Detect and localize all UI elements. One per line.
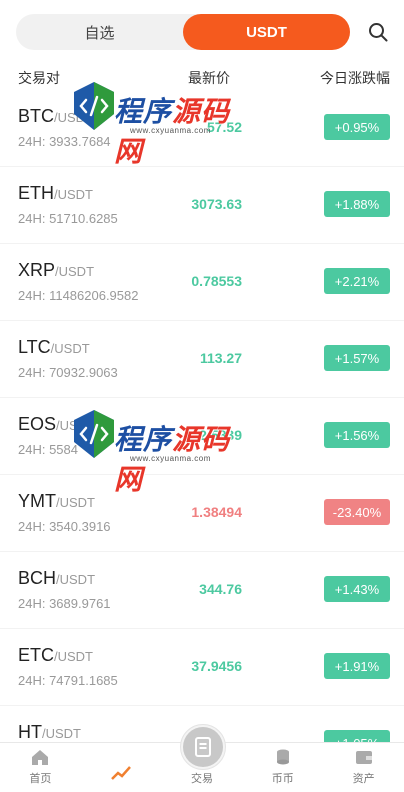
market-row-bch[interactable]: BCH/USDT 24H: 3689.9761 344.76 +1.43% [0,552,404,629]
nav-trade-label: 交易 [190,773,213,785]
trade-fab-button[interactable] [180,724,226,770]
pair-base: ETC [18,645,54,665]
pair-volume: 24H: 3540.3916 [18,519,111,534]
pair-quote: /USDT [54,187,93,202]
pair-volume: 24H: 5584 [18,442,78,457]
nav-coins[interactable]: 币币 [242,743,323,792]
market-list: BTC/USDT 24H: 3933.7684 57.52 +0.95% ETH/USD… [0,90,404,783]
pair-quote: /USDT [56,418,96,433]
nav-home-label: 首页 [29,773,52,785]
pair-volume: 24H: 3933.7684 [18,134,111,149]
header-price: 最新价 [188,70,230,86]
pair-base: EOS [18,414,57,434]
pair-quote: /USDT [54,110,93,125]
pair-base: ETH [18,183,54,203]
pair-volume: 24H: 70932.9063 [18,365,118,380]
market-segment-control: 自选 USDT [16,14,350,50]
pair-symbol: HT/USDT [18,722,81,743]
pair-symbol: XRP/USDT [18,260,94,281]
pair-symbol: BTC/USDT [18,106,93,127]
pair-symbol: BCH/USDT [18,568,95,589]
pair-price: 2.5839 [199,427,242,443]
pair-price: 1.38494 [191,504,242,520]
change-badge: +1.88% [324,191,390,217]
pair-price: 113.27 [199,350,242,366]
header-change: 今日涨跌幅 [320,70,390,86]
pair-quote: /USDT [56,495,95,510]
pair-volume: 24H: 51710.6285 [18,211,118,226]
market-row-ltc[interactable]: LTC/USDT 24H: 70932.9063 113.27 +1.57% [0,321,404,398]
chart-icon [110,763,132,783]
column-header: 交易对 最新价 今日涨跌幅 [18,68,390,88]
tab-favorites[interactable]: 自选 [16,14,183,50]
trade-icon [183,727,223,767]
pair-volume: 24H: 11486206.9582 [18,288,139,303]
nav-assets-label: 资产 [352,773,375,785]
nav-home[interactable]: 首页 [0,743,81,792]
pair-volume: 24H: 3689.9761 [18,596,111,611]
header-pair: 交易对 [18,70,60,86]
pair-base: LTC [18,337,51,357]
search-icon [369,23,388,42]
pair-base: YMT [18,491,56,511]
change-badge: -23.40% [324,499,390,525]
nav-coins-label: 币币 [271,773,294,785]
pair-symbol: EOS/USDT [18,414,95,435]
nav-assets[interactable]: 资产 [323,743,404,792]
change-badge: +1.56% [324,422,390,448]
pair-base: BTC [18,106,54,126]
tab-usdt[interactable]: USDT [183,14,350,50]
pair-symbol: ETC/USDT [18,645,93,666]
pair-volume: 24H: 74791.1685 [18,673,118,688]
market-row-btc[interactable]: BTC/USDT 24H: 3933.7684 57.52 +0.95% [0,90,404,167]
pair-quote: /USDT [50,341,90,356]
pair-symbol: ETH/USDT [18,183,93,204]
pair-base: HT [18,722,42,742]
wallet-icon [353,747,375,767]
pair-quote: /USDT [56,572,96,587]
change-badge: +1.91% [324,653,390,679]
pair-symbol: LTC/USDT [18,337,90,358]
change-badge: +2.21% [324,268,390,294]
pair-quote: /USDT [54,649,93,664]
market-row-etc[interactable]: ETC/USDT 24H: 74791.1685 37.9456 +1.91% [0,629,404,706]
coins-icon [272,747,294,767]
pair-price: 3073.63 [191,196,242,212]
change-badge: +1.43% [324,576,390,602]
change-badge: +1.57% [324,345,390,371]
pair-quote: /USDT [42,726,81,741]
pair-quote: /USDT [55,264,95,279]
pair-price: 0.78553 [191,273,242,289]
pair-base: BCH [18,568,57,588]
pair-symbol: YMT/USDT [18,491,95,512]
search-button[interactable] [364,18,392,46]
market-row-eth[interactable]: ETH/USDT 24H: 51710.6285 3073.63 +1.88% [0,167,404,244]
market-row-ymt[interactable]: YMT/USDT 24H: 3540.3916 1.38494 -23.40% [0,475,404,552]
nav-market[interactable] [81,743,162,792]
top-bar: 自选 USDT [16,14,392,50]
market-row-xrp[interactable]: XRP/USDT 24H: 11486206.9582 0.78553 +2.21% [0,244,404,321]
home-icon [29,747,51,767]
market-row-eos[interactable]: EOS/USDT 24H: 5584 2.5839 +1.56% [0,398,404,475]
pair-base: XRP [18,260,56,280]
change-badge: +0.95% [324,114,390,140]
pair-price: 344.76 [199,581,242,597]
pair-price: 57.52 [206,119,242,135]
pair-price: 37.9456 [191,658,242,674]
